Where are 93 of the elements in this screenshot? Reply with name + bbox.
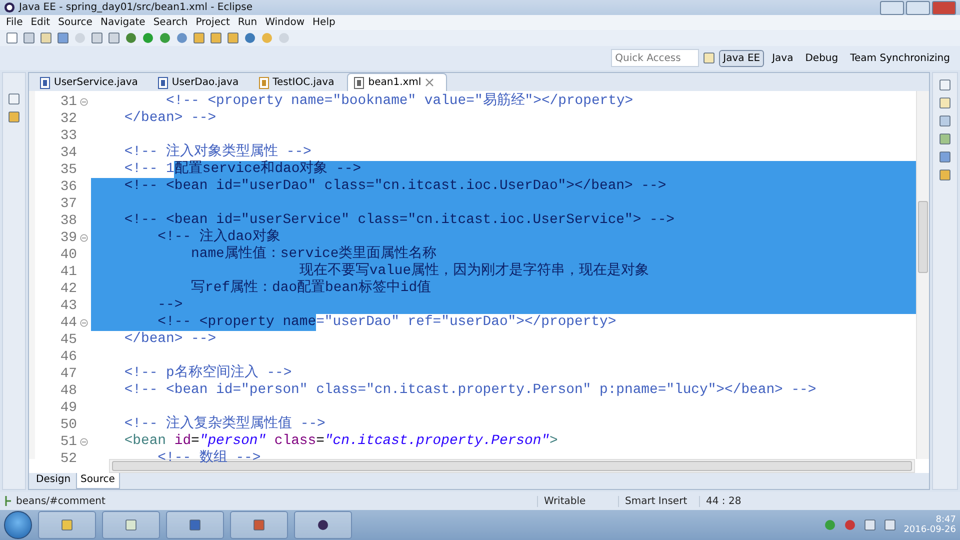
- line-number: 44: [59, 314, 77, 330]
- file-icon: [258, 76, 269, 88]
- editor-tab[interactable]: TestIOC.java: [252, 73, 348, 91]
- code-text: 配置service和dao对象 -->: [174, 161, 362, 178]
- status-cursor-position: 44 : 28: [699, 496, 772, 506]
- status-insert-mode: Smart Insert: [618, 496, 695, 506]
- line-number: 40: [59, 246, 77, 262]
- line-number: 43: [59, 298, 77, 314]
- code-text: -->: [91, 297, 183, 314]
- start-button[interactable]: [4, 511, 32, 539]
- code-text: </bean> -->: [123, 110, 216, 127]
- code-text: </bean> -->: [123, 331, 216, 348]
- code-text: ="userDao" ref="userDao"></property>: [316, 314, 616, 331]
- status-mode: Writable: [537, 496, 614, 506]
- file-icon: [158, 76, 168, 88]
- editor-tab[interactable]: UserDao.java: [150, 73, 252, 91]
- line-number: 39: [59, 230, 77, 246]
- line-number: 41: [59, 264, 77, 280]
- line-number: 37: [59, 196, 77, 212]
- fold-icon[interactable]: [80, 234, 88, 242]
- line-number: 51: [59, 434, 77, 450]
- line-number: 52: [59, 450, 77, 466]
- code-text: 现在不要写value属性，因为刚才是字符串，现在是对象: [91, 263, 650, 280]
- line-number: 50: [59, 416, 77, 432]
- code-text: <bean: [123, 433, 166, 450]
- code-text: <!-- p名称空间注入 -->: [123, 365, 292, 382]
- menu-item[interactable]: File: [2, 17, 27, 28]
- menu-item[interactable]: Window: [261, 17, 309, 28]
- maximize-button[interactable]: [906, 0, 930, 14]
- editor-mode-tab[interactable]: Design: [31, 473, 76, 489]
- editor-tab[interactable]: UserService.java: [33, 73, 151, 91]
- code-text: <!-- <bean id="person" class="cn.itcast.property.Person" p:pname="lucy"></bean> -->: [123, 382, 816, 399]
- code-text: >: [550, 433, 558, 450]
- perspective-button[interactable]: Java: [768, 50, 798, 66]
- line-number: 31: [59, 94, 77, 110]
- editor-tab[interactable]: bean1.xml: [347, 73, 448, 91]
- code-text: <!-- 注入对象类型属性 -->: [123, 144, 312, 160]
- clock-time: 8:47: [936, 515, 956, 525]
- line-number: 48: [59, 382, 77, 398]
- perspective-button[interactable]: Debug: [801, 50, 842, 66]
- menu-item[interactable]: Run: [234, 17, 262, 28]
- code-text: <!-- <bean id="userService" class="cn.itcast.ioc.UserService"> -->: [91, 212, 675, 229]
- close-icon[interactable]: [425, 78, 434, 87]
- editor-mode-tab[interactable]: Source: [76, 473, 120, 489]
- code-text: <!-- 数组 -->: [156, 450, 261, 467]
- file-icon: [354, 76, 364, 88]
- line-number: 45: [59, 332, 77, 348]
- fold-icon[interactable]: [80, 438, 88, 446]
- fold-icon[interactable]: [80, 318, 88, 326]
- vertical-scrollbar[interactable]: [916, 91, 929, 459]
- taskbar-app-button[interactable]: [166, 511, 224, 539]
- window-title: Java EE - spring_day01/src/bean1.xml - Eclipse: [19, 2, 252, 13]
- clock-date: 2016-09-26: [904, 525, 956, 535]
- code-text: name属性值：service类里面属性名称: [91, 246, 437, 263]
- code-text: =: [191, 433, 200, 450]
- code-text: id: [173, 433, 192, 450]
- close-button[interactable]: [932, 0, 956, 14]
- line-number: 38: [59, 212, 77, 228]
- quick-access-field[interactable]: Quick Access: [611, 49, 700, 67]
- code-text: "cn.itcast.property.Person": [324, 433, 550, 450]
- code-text: =: [316, 433, 324, 450]
- line-number: 42: [59, 280, 77, 296]
- code-text: <!-- 注入dao对象: [91, 229, 280, 246]
- code-text: <!-- <property name: [91, 314, 316, 331]
- node-icon: [4, 495, 12, 507]
- line-number: 47: [59, 366, 77, 382]
- menu-item[interactable]: Help: [308, 17, 340, 28]
- line-number: 35: [59, 162, 77, 178]
- code-text: class: [273, 433, 316, 450]
- menu-item[interactable]: Project: [192, 17, 234, 28]
- status-path: beans/#comment: [16, 496, 106, 506]
- taskbar-app-button[interactable]: [294, 511, 352, 539]
- line-number: 46: [59, 348, 77, 364]
- code-text: <!-- 1: [123, 161, 174, 178]
- menu-item[interactable]: Navigate: [96, 17, 150, 28]
- menu-item[interactable]: Source: [54, 17, 96, 28]
- code-text: <!-- 注入复杂类型属性值 -->: [123, 416, 326, 433]
- code-text: <!-- <property name="bookname" value="易筋经"></property>: [165, 93, 634, 110]
- minimize-button[interactable]: [880, 0, 904, 14]
- menu-item[interactable]: Search: [149, 17, 192, 28]
- perspective-button[interactable]: Java EE: [719, 50, 764, 66]
- line-number: 34: [59, 144, 77, 160]
- line-number: 33: [59, 128, 77, 144]
- line-number: 32: [59, 110, 77, 126]
- line-number: 36: [59, 178, 77, 194]
- menu-item[interactable]: Edit: [26, 17, 54, 28]
- perspective-button[interactable]: Team Synchronizing: [846, 50, 954, 66]
- code-text: "person": [199, 433, 266, 450]
- code-text: 写ref属性：dao配置bean标签中id值: [91, 280, 432, 297]
- line-number: 49: [59, 400, 77, 416]
- file-icon: [40, 76, 50, 88]
- fold-icon[interactable]: [80, 98, 88, 106]
- code-text: <!-- <bean id="userDao" class="cn.itcast.ioc.UserDao"></bean> -->: [91, 178, 666, 195]
